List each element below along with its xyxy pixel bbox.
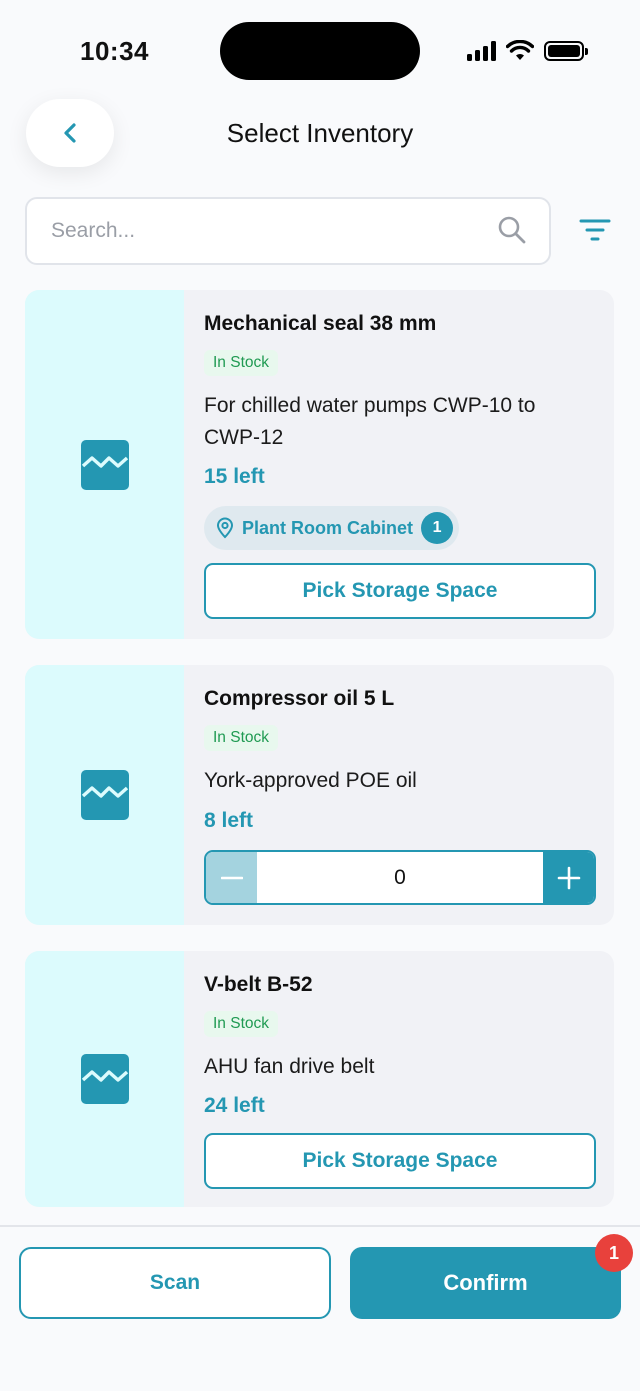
inventory-card[interactable]: Compressor oil 5 L In Stock York-approve… [25,665,614,925]
location-count-badge: 1 [421,512,454,544]
confirm-button[interactable]: Confirm [350,1247,621,1319]
wifi-icon [506,40,534,60]
item-description: AHU fan drive belt [204,1055,375,1078]
status-icons [467,40,588,62]
bottom-action-bar: Scan Confirm [0,1225,640,1391]
image-placeholder-icon [80,770,129,820]
search-box[interactable] [25,197,551,265]
image-placeholder-icon [80,1054,129,1104]
filter-icon[interactable] [578,215,612,245]
inventory-card[interactable]: V-belt B-52 In Stock AHU fan drive belt … [25,951,614,1207]
search-icon[interactable] [497,215,527,245]
search-input[interactable] [51,199,491,263]
minus-icon [220,876,243,879]
confirm-count-badge: 1 [595,1234,633,1272]
item-quantity-left: 15 left [204,465,265,488]
item-quantity-left: 24 left [204,1094,265,1117]
status-time: 10:34 [80,36,149,66]
image-placeholder-icon [80,439,129,490]
pick-storage-space-button[interactable]: Pick Storage Space [204,1133,596,1189]
location-pin-icon [216,517,234,539]
item-description: For chilled water pumps CWP-10 to CWP-12 [204,394,536,449]
quantity-value[interactable]: 0 [257,852,543,903]
location-chip[interactable]: Plant Room Cabinet 1 [204,506,460,550]
stock-badge: In Stock [204,725,278,751]
item-description: York-approved POE oil [204,769,417,792]
decrement-button[interactable] [206,852,257,903]
item-name: Compressor oil 5 L [204,687,395,710]
quantity-stepper: 0 [204,850,596,905]
dynamic-island [220,22,420,80]
stock-badge: In Stock [204,1011,278,1037]
page-title: Select Inventory [226,118,414,148]
plus-icon [557,866,580,889]
pick-storage-space-button[interactable]: Pick Storage Space [204,563,596,619]
item-name: Mechanical seal 38 mm [204,312,437,335]
inventory-card[interactable]: Mechanical seal 38 mm In Stock For chill… [25,290,614,639]
item-thumbnail [25,290,184,639]
status-bar: 10:34 [0,0,640,90]
item-thumbnail [25,665,184,925]
item-thumbnail [25,951,184,1207]
signal-icon [467,41,496,61]
location-label: Plant Room Cabinet [242,517,414,538]
stock-badge: In Stock [204,350,278,376]
increment-button[interactable] [543,852,594,903]
item-quantity-left: 8 left [204,809,254,832]
item-name: V-belt B-52 [204,973,313,996]
scan-button[interactable]: Scan [19,1247,331,1319]
battery-icon [544,41,588,61]
